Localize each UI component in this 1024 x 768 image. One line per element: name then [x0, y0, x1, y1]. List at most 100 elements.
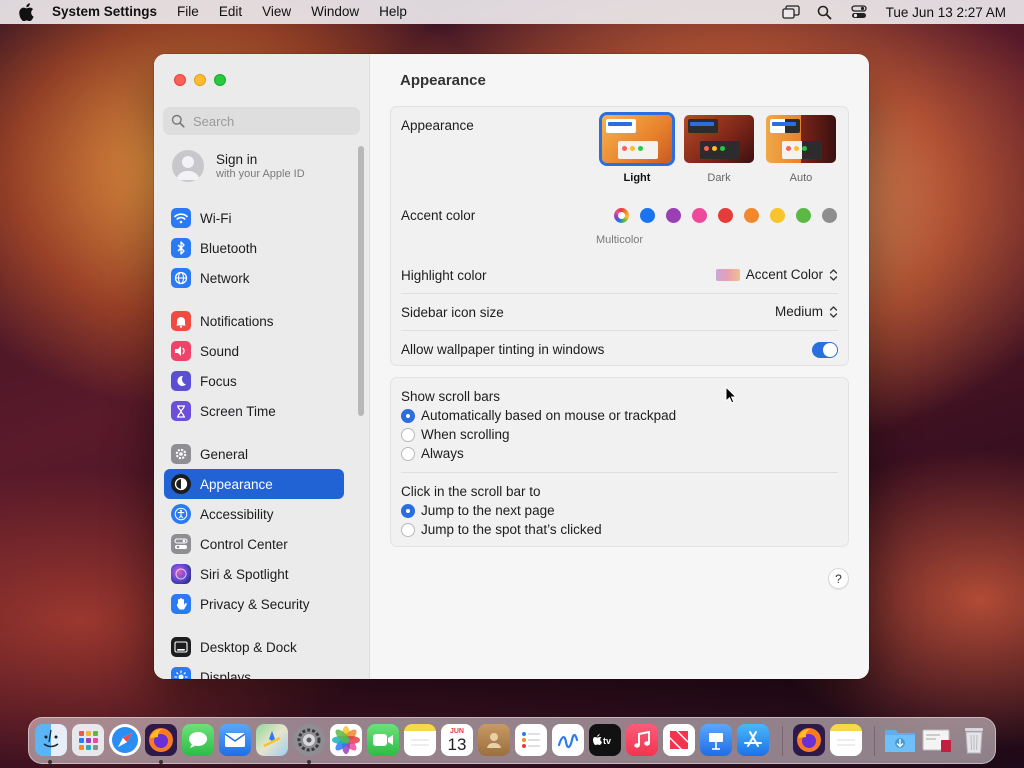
radio-button[interactable]: [401, 446, 415, 461]
theme-label-dark: Dark: [707, 172, 731, 184]
radio-button[interactable]: [401, 522, 415, 537]
wallpaper-tinting-label: Allow wallpaper tinting in windows: [401, 342, 605, 357]
sidebar-scrollbar[interactable]: [358, 146, 364, 416]
dock-documents-stack-icon[interactable]: [921, 724, 953, 756]
help-button[interactable]: ?: [828, 568, 849, 589]
auto-theme-thumbnail: [766, 115, 836, 163]
chevron-updown-icon: [829, 305, 838, 318]
accent-swatch-pink[interactable]: [692, 208, 707, 223]
theme-option-light[interactable]: Light: [599, 112, 675, 184]
dock-mail-icon[interactable]: [219, 724, 251, 756]
accent-swatch-red[interactable]: [718, 208, 733, 223]
click-scroll-spot-option[interactable]: Jump to the spot that’s clicked: [401, 522, 602, 537]
menu-edit[interactable]: Edit: [209, 0, 252, 24]
click-scroll-bar-label: Click in the scroll bar to: [401, 484, 541, 499]
dock-safari-icon[interactable]: [109, 724, 141, 756]
menu-app-name[interactable]: System Settings: [52, 0, 167, 24]
dock-freeform-icon[interactable]: [552, 724, 584, 756]
dock-tv-icon[interactable]: tv: [589, 724, 621, 756]
menu-window[interactable]: Window: [301, 0, 369, 24]
wallpaper-tinting-toggle[interactable]: [812, 342, 838, 358]
theme-option-auto[interactable]: Auto: [764, 115, 838, 184]
accent-swatch-graphite[interactable]: [822, 208, 837, 223]
dock-calendar-icon[interactable]: JUN 13: [441, 724, 473, 756]
scroll-bars-always-option[interactable]: Always: [401, 446, 464, 461]
zoom-button[interactable]: [214, 74, 226, 86]
sidebar-item-label: Wi-Fi: [200, 210, 232, 226]
dock-trash-icon[interactable]: [958, 724, 990, 756]
sidebar-item-siri-spotlight[interactable]: Siri & Spotlight: [164, 559, 344, 589]
sidebar-item-focus[interactable]: Focus: [164, 366, 344, 396]
sidebar-item-label: Accessibility: [200, 506, 274, 522]
dock-firefox-icon[interactable]: [145, 724, 177, 756]
sidebar-item-network[interactable]: Network: [164, 263, 344, 293]
dock-system-settings-icon[interactable]: [293, 724, 325, 756]
hourglass-icon: [171, 401, 191, 421]
dock-photos-icon[interactable]: [330, 724, 362, 756]
theme-option-dark[interactable]: Dark: [682, 115, 756, 184]
dock-app-store-icon[interactable]: [737, 724, 769, 756]
sidebar-item-label: Desktop & Dock: [200, 639, 297, 655]
dock-maps-icon[interactable]: [256, 724, 288, 756]
sidebar-item-general[interactable]: General: [164, 439, 344, 469]
click-scroll-next-page-option[interactable]: Jump to the next page: [401, 503, 555, 518]
scroll-bars-scrolling-option[interactable]: When scrolling: [401, 427, 510, 442]
menu-file[interactable]: File: [167, 0, 209, 24]
sidebar-item-displays[interactable]: Displays: [164, 662, 344, 679]
radio-button[interactable]: [401, 408, 415, 423]
scroll-bars-auto-option[interactable]: Automatically based on mouse or trackpad: [401, 408, 676, 423]
radio-button[interactable]: [401, 503, 415, 518]
dock-firefox-recent-icon[interactable]: [793, 724, 825, 756]
sidebar-item-privacy-security[interactable]: Privacy & Security: [164, 589, 344, 619]
menubar-clock[interactable]: Tue Jun 13 2:27 AM: [886, 5, 1006, 20]
bluetooth-icon: [171, 238, 191, 258]
accent-swatch-green[interactable]: [796, 208, 811, 223]
sidebar-item-notifications[interactable]: Notifications: [164, 306, 344, 336]
menu-help[interactable]: Help: [369, 0, 417, 24]
dock-launchpad-icon[interactable]: [72, 724, 104, 756]
accent-swatch-purple[interactable]: [666, 208, 681, 223]
accent-swatch-orange[interactable]: [744, 208, 759, 223]
dock-keynote-icon[interactable]: [700, 724, 732, 756]
sidebar-item-accessibility[interactable]: Accessibility: [164, 499, 344, 529]
radio-button[interactable]: [401, 427, 415, 442]
menu-view[interactable]: View: [252, 0, 301, 24]
system-settings-window: Search Sign in with your Apple ID Wi-Fi: [154, 54, 869, 679]
dock-notes-recent-icon[interactable]: [830, 724, 862, 756]
sidebar-item-screen-time[interactable]: Screen Time: [164, 396, 344, 426]
search-field[interactable]: Search: [163, 107, 360, 135]
minimize-button[interactable]: [194, 74, 206, 86]
apple-logo-icon[interactable]: [18, 3, 36, 21]
accent-swatch-multicolor[interactable]: [614, 208, 629, 223]
apple-id-signin[interactable]: Sign in with your Apple ID: [172, 150, 305, 182]
dock-notes-icon[interactable]: [404, 724, 436, 756]
window-controls: [174, 74, 234, 86]
sidebar-item-appearance[interactable]: Appearance: [164, 469, 344, 499]
dock-facetime-icon[interactable]: [367, 724, 399, 756]
sidebar-item-wifi[interactable]: Wi-Fi: [164, 203, 344, 233]
dock-music-icon[interactable]: [626, 724, 658, 756]
dock-finder-icon[interactable]: [35, 724, 67, 756]
dock-contacts-icon[interactable]: [478, 724, 510, 756]
sidebar-item-bluetooth[interactable]: Bluetooth: [164, 233, 344, 263]
spotlight-search-icon[interactable]: [816, 4, 834, 20]
highlight-color-popup[interactable]: Accent Color: [715, 267, 838, 282]
sidebar-group-notifications: Notifications Sound Focus Screen Time: [164, 306, 344, 426]
sidebar-item-desktop-dock[interactable]: Desktop & Dock: [164, 632, 344, 662]
dock-news-icon[interactable]: [663, 724, 695, 756]
accent-swatch-blue[interactable]: [640, 208, 655, 223]
signin-subtitle: with your Apple ID: [216, 168, 305, 180]
sidebar-item-control-center[interactable]: Control Center: [164, 529, 344, 559]
close-button[interactable]: [174, 74, 186, 86]
sidebar-item-sound[interactable]: Sound: [164, 336, 344, 366]
control-center-icon[interactable]: [850, 4, 868, 20]
accent-swatch-yellow[interactable]: [770, 208, 785, 223]
sidebar-icon-size-popup[interactable]: Medium: [775, 304, 838, 319]
dock-messages-icon[interactable]: [182, 724, 214, 756]
dock-reminders-icon[interactable]: [515, 724, 547, 756]
radio-label: Automatically based on mouse or trackpad: [421, 408, 677, 423]
screen-mirroring-icon[interactable]: [782, 4, 800, 20]
siri-icon: [171, 564, 191, 584]
dock-downloads-folder-icon[interactable]: [884, 724, 916, 756]
appearance-settings-group: Appearance Light Dark Auto Accent color …: [390, 106, 849, 366]
